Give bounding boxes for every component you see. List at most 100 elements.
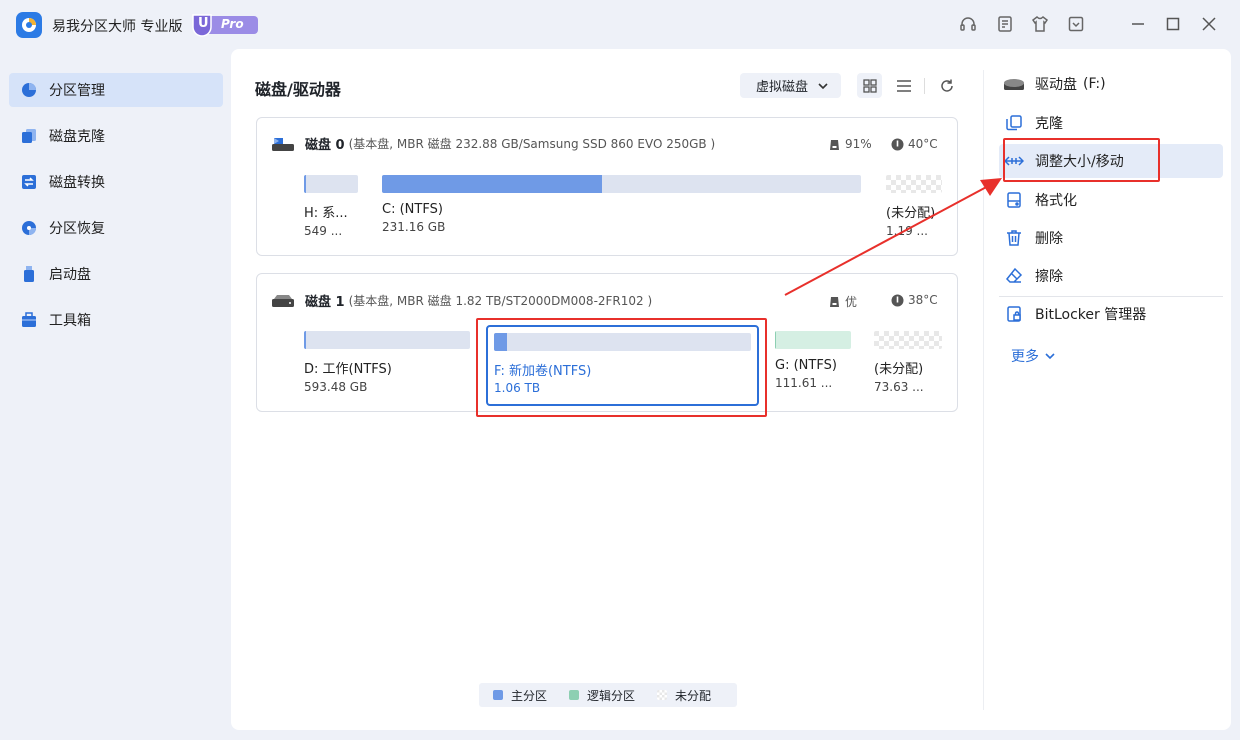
- partition-block[interactable]: H: 系... 549 ...: [304, 175, 358, 238]
- page-title: 磁盘/驱动器: [255, 80, 341, 99]
- more-button[interactable]: 更多: [1011, 346, 1055, 366]
- bitlocker-icon: [1003, 303, 1025, 325]
- copy-icon: [1003, 112, 1025, 134]
- hdd-icon: [271, 294, 295, 308]
- partition-block[interactable]: (未分配) 73.63 ...: [874, 331, 942, 394]
- close-icon[interactable]: [1199, 14, 1219, 34]
- sidebar-item-label: 磁盘转换: [49, 175, 105, 191]
- panel-divider: [983, 70, 984, 710]
- action-format[interactable]: 格式化: [999, 183, 1223, 217]
- health-icon: [828, 138, 841, 151]
- partition-usage-bar: [874, 331, 942, 349]
- legend-label: 逻辑分区: [587, 688, 636, 703]
- pro-badge-letter: U: [198, 16, 209, 31]
- action-wipe[interactable]: 擦除: [999, 259, 1223, 293]
- app-logo-icon: [16, 12, 42, 38]
- legend-item-logical: 逻辑分区: [569, 687, 635, 704]
- pro-badge[interactable]: U Pro: [190, 13, 258, 37]
- disk-header: 磁盘 1 (基本盘, MBR 磁盘 1.82 TB/ST2000DM008-2F…: [271, 291, 652, 310]
- sidebar-item-label: 分区管理: [49, 83, 105, 99]
- toolbar-divider: [924, 78, 925, 94]
- partition-size: 549 ...: [304, 224, 343, 238]
- pro-badge-text: Pro: [221, 17, 244, 31]
- sidebar-item-label: 磁盘克隆: [49, 129, 105, 145]
- legend-swatch: [493, 690, 503, 700]
- temperature-value: 40°C: [908, 137, 938, 151]
- refresh-icon[interactable]: [934, 73, 959, 98]
- action-label: 擦除: [1035, 269, 1063, 285]
- action-bitlocker[interactable]: BitLocker 管理器: [999, 297, 1223, 331]
- disk-header: 磁盘 0 (基本盘, MBR 磁盘 232.88 GB/Samsung SSD …: [271, 134, 715, 153]
- sidebar-item-disk-convert[interactable]: 磁盘转换: [9, 165, 223, 199]
- action-label: BitLocker 管理器: [1035, 307, 1147, 323]
- partition-name: H: 系...: [304, 206, 348, 221]
- chevron-down-icon: [1045, 351, 1055, 361]
- partition-usage-bar: [304, 175, 358, 193]
- disk-details: (基本盘, MBR 磁盘 232.88 GB/Samsung SSD 860 E…: [348, 137, 716, 151]
- usb-icon: [19, 264, 39, 284]
- app-title: 易我分区大师 专业版: [52, 19, 183, 35]
- legend-label: 主分区: [511, 688, 548, 703]
- partition-size: 111.61 ...: [775, 376, 833, 390]
- dropdown-box-icon[interactable]: [1066, 14, 1086, 34]
- partition-block[interactable]: D: 工作(NTFS) 593.48 GB: [304, 331, 470, 394]
- annotation-highlight-box: [1003, 138, 1160, 182]
- action-label: 格式化: [1035, 193, 1077, 209]
- disk-name: 磁盘 1: [305, 295, 345, 310]
- legend-label: 未分配: [675, 688, 712, 703]
- disk-details: (基本盘, MBR 磁盘 1.82 TB/ST2000DM008-2FR102 …: [348, 294, 653, 308]
- partition-name: (未分配): [874, 362, 924, 377]
- minimize-icon[interactable]: [1128, 14, 1148, 34]
- temperature-icon: [891, 138, 904, 151]
- disk-temperature: 40°C: [891, 137, 938, 151]
- headset-icon[interactable]: [958, 14, 978, 34]
- annotation-highlight-box: [476, 318, 767, 417]
- shirt-icon[interactable]: [1030, 14, 1050, 34]
- recover-icon: [19, 218, 39, 238]
- action-label: 克隆: [1035, 116, 1063, 132]
- legend-item-unallocated: 未分配: [657, 687, 711, 704]
- virtual-disk-dropdown[interactable]: 虚拟磁盘: [740, 73, 841, 98]
- sidebar-item-partition-recovery[interactable]: 分区恢复: [9, 211, 223, 245]
- sidebar-item-toolbox[interactable]: 工具箱: [9, 303, 223, 337]
- disk-health: 91%: [828, 137, 872, 151]
- legend: 主分区 逻辑分区 未分配: [479, 683, 737, 707]
- virtual-disk-label: 虚拟磁盘: [756, 80, 809, 95]
- legend-swatch: [569, 690, 580, 700]
- partition-usage-bar: [775, 331, 851, 349]
- sidebar-item-label: 工具箱: [49, 313, 91, 329]
- health-value: 91%: [845, 137, 872, 151]
- partition-size: 593.48 GB: [304, 380, 368, 394]
- sidebar-item-label: 启动盘: [49, 267, 91, 283]
- legend-swatch: [657, 690, 668, 700]
- partition-size: 73.63 ...: [874, 380, 924, 394]
- action-clone[interactable]: 克隆: [999, 106, 1223, 140]
- action-label: 删除: [1035, 231, 1063, 247]
- sidebar-item-label: 分区恢复: [49, 221, 105, 237]
- sidebar-item-disk-clone[interactable]: 磁盘克隆: [9, 119, 223, 153]
- maximize-icon[interactable]: [1163, 14, 1183, 34]
- sidebar-item-partition-manager[interactable]: 分区管理: [9, 73, 223, 107]
- grid-view-icon[interactable]: [857, 73, 882, 98]
- convert-icon: [19, 172, 39, 192]
- more-label: 更多: [1011, 349, 1039, 365]
- clone-icon: [19, 126, 39, 146]
- sidebar-item-boot-disk[interactable]: 启动盘: [9, 257, 223, 291]
- partition-name: D: 工作(NTFS): [304, 362, 392, 377]
- disk-name: 磁盘 0: [305, 138, 345, 153]
- pie-chart-icon: [19, 80, 39, 100]
- annotation-arrow-icon: [784, 178, 1002, 296]
- toolbox-icon: [19, 310, 39, 330]
- partition-block[interactable]: G: (NTFS) 111.61 ...: [775, 331, 851, 390]
- list-view-icon[interactable]: [891, 73, 916, 98]
- partition-usage-bar: [304, 331, 470, 349]
- action-delete[interactable]: 删除: [999, 221, 1223, 255]
- legend-item-primary: 主分区: [493, 687, 547, 704]
- ssd-icon: [271, 136, 295, 152]
- partition-name: G: (NTFS): [775, 358, 837, 373]
- drive-letter: (F:): [1083, 76, 1106, 92]
- drive-header: 驱动盘 (F:): [999, 67, 1223, 101]
- notes-icon[interactable]: [995, 14, 1015, 34]
- drive-label: 驱动盘: [1035, 77, 1077, 93]
- drive-icon: [1003, 73, 1025, 95]
